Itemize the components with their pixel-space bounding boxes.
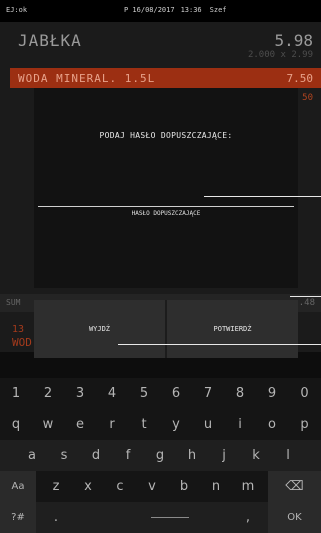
key-x[interactable]: x — [72, 471, 104, 502]
key-h[interactable]: h — [176, 440, 208, 471]
key-j[interactable]: j — [208, 440, 240, 471]
key-e[interactable]: e — [64, 409, 96, 440]
selected-item-name: WODA MINERAL. 1.5L — [18, 72, 156, 85]
status-info: P 16/08/2017 13:36 Szef — [124, 6, 227, 14]
key-4[interactable]: 4 — [96, 378, 128, 409]
key-w[interactable]: w — [32, 409, 64, 440]
selected-item-row[interactable]: WODA MINERAL. 1.5L 7.50 — [10, 68, 321, 88]
printer-date: P 16/08/2017 — [124, 6, 175, 14]
shift-key[interactable]: Aa — [0, 471, 36, 502]
key-v[interactable]: v — [136, 471, 168, 502]
key-7[interactable]: 7 — [192, 378, 224, 409]
keyboard-row-qwerty: q w e r t y u i o p — [0, 409, 321, 440]
current-item-name: WOD — [12, 336, 32, 349]
key-0[interactable]: 0 — [288, 378, 321, 409]
exit-button[interactable]: WYJDŹ — [34, 300, 165, 358]
selected-item-price: 7.50 — [286, 72, 314, 85]
item-count: 13 — [12, 324, 25, 335]
pointer-line — [118, 344, 321, 345]
key-c[interactable]: c — [104, 471, 136, 502]
item-price: 5.98 — [274, 31, 313, 50]
sum-value: .48 — [298, 298, 315, 308]
key-comma[interactable]: , — [232, 502, 264, 533]
key-u[interactable]: u — [192, 409, 224, 440]
pointer-line — [204, 196, 321, 197]
key-8[interactable]: 8 — [224, 378, 256, 409]
keyboard-row-bottom: ?# . , OK — [0, 502, 321, 533]
pointer-line — [290, 296, 321, 297]
key-p[interactable]: p — [288, 409, 321, 440]
password-field-label: HASŁO DOPUSZCZAJĄCE — [131, 210, 201, 217]
key-y[interactable]: y — [160, 409, 192, 440]
ej-status: EJ:ok — [6, 6, 28, 14]
key-r[interactable]: r — [96, 409, 128, 440]
keyboard-row-asdf: a s d f g h j k l — [0, 440, 321, 471]
key-o[interactable]: o — [256, 409, 288, 440]
backspace-icon[interactable]: ⌫ — [268, 471, 321, 502]
sum-label: SUM — [6, 298, 21, 307]
key-a[interactable]: a — [16, 440, 48, 471]
dialog-title: PODAJ HASŁO DOPUSZCZAJĄCE: — [99, 131, 233, 140]
dialog-buttons: WYJDŹ POTWIERDŹ — [34, 300, 298, 358]
key-9[interactable]: 9 — [256, 378, 288, 409]
on-screen-keyboard: 1 2 3 4 5 6 7 8 9 0 q w e r t y u i o p … — [0, 378, 321, 533]
status-bar: EJ:ok P 16/08/2017 13:36 Szef — [0, 0, 321, 22]
item-quantity: 2.000 x 2.99 — [247, 50, 313, 60]
key-g[interactable]: g — [144, 440, 176, 471]
confirm-button[interactable]: POTWIERDŹ — [167, 300, 298, 358]
key-2[interactable]: 2 — [32, 378, 64, 409]
key-1[interactable]: 1 — [0, 378, 32, 409]
selected-item-subvalue: 50 — [302, 93, 313, 103]
user-name: Szef — [209, 6, 227, 14]
space-icon — [151, 517, 189, 518]
clock: 13:36 — [180, 6, 202, 14]
key-f[interactable]: f — [112, 440, 144, 471]
key-b[interactable]: b — [168, 471, 200, 502]
password-dialog: PODAJ HASŁO DOPUSZCZAJĄCE: HASŁO DOPUSZC… — [34, 88, 298, 288]
key-l[interactable]: l — [272, 440, 304, 471]
symbols-key[interactable]: ?# — [0, 502, 36, 533]
key-6[interactable]: 6 — [160, 378, 192, 409]
item-name[interactable]: JABŁKA — [18, 31, 82, 50]
key-i[interactable]: i — [224, 409, 256, 440]
key-5[interactable]: 5 — [128, 378, 160, 409]
password-input[interactable] — [38, 206, 294, 207]
keyboard-row-zxcv: Aa z x c v b n m ⌫ — [0, 471, 321, 502]
key-dot[interactable]: . — [40, 502, 72, 533]
keyboard-row-numbers: 1 2 3 4 5 6 7 8 9 0 — [0, 378, 321, 409]
key-z[interactable]: z — [40, 471, 72, 502]
key-d[interactable]: d — [80, 440, 112, 471]
key-3[interactable]: 3 — [64, 378, 96, 409]
key-t[interactable]: t — [128, 409, 160, 440]
key-q[interactable]: q — [0, 409, 32, 440]
key-k[interactable]: k — [240, 440, 272, 471]
key-m[interactable]: m — [232, 471, 264, 502]
key-s[interactable]: s — [48, 440, 80, 471]
ok-key[interactable]: OK — [268, 502, 321, 533]
key-n[interactable]: n — [200, 471, 232, 502]
